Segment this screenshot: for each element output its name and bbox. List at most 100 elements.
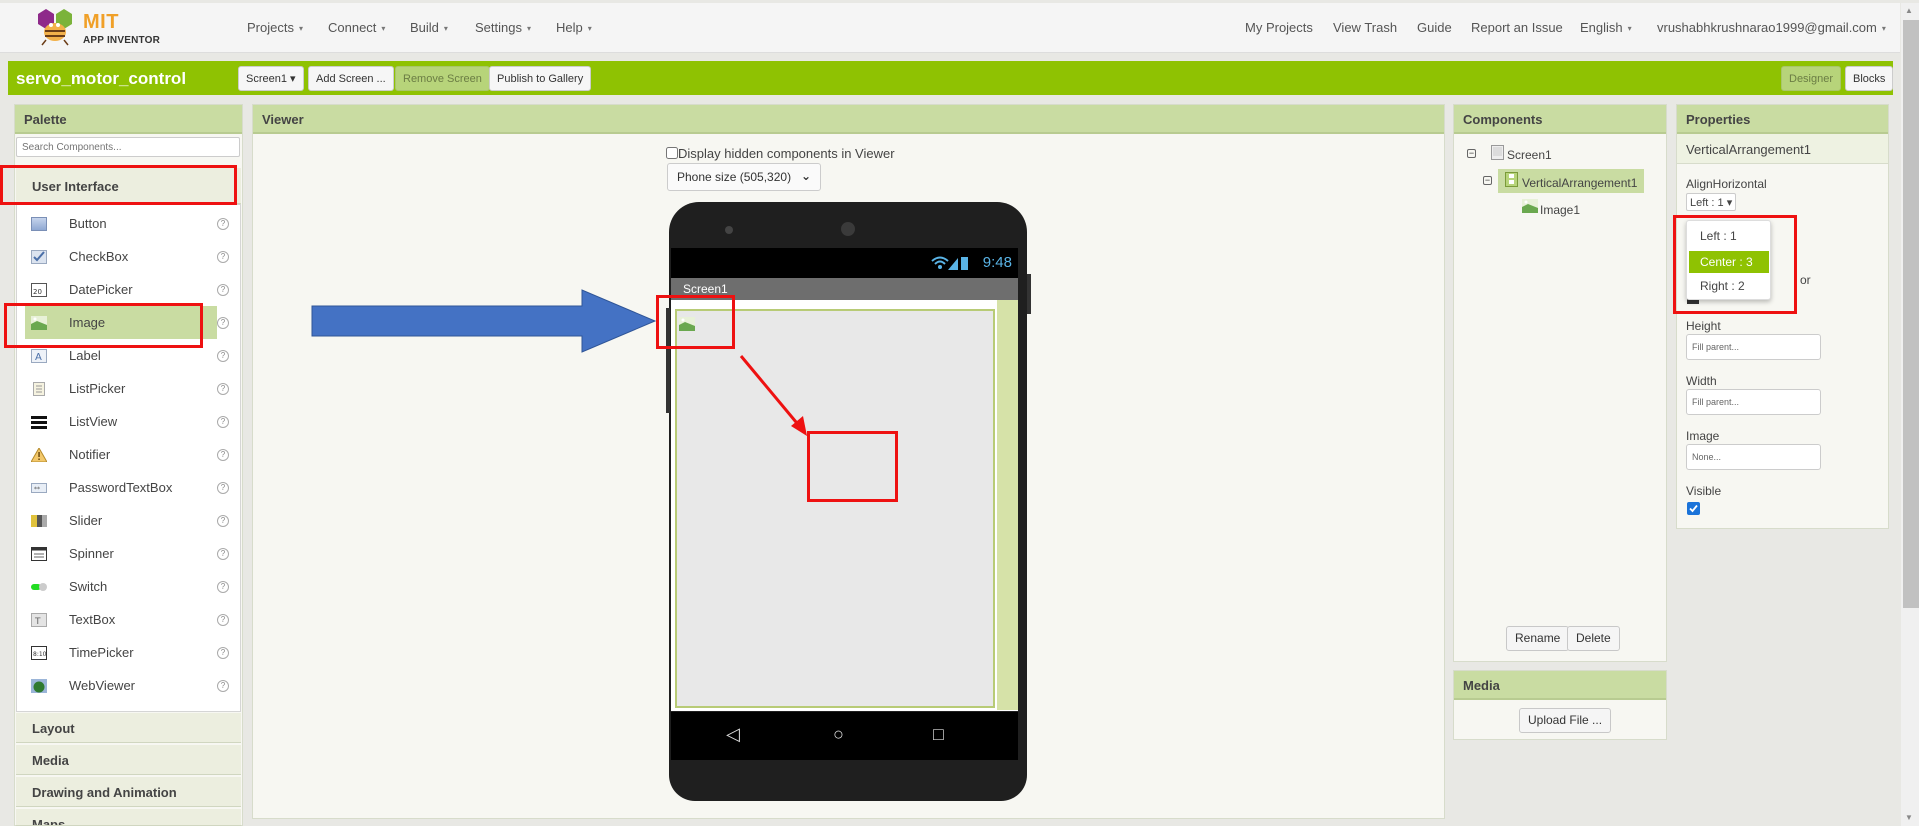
help-icon[interactable]: ? (217, 647, 229, 659)
category-maps[interactable]: Maps (16, 809, 241, 826)
display-hidden-components-checkbox[interactable] (666, 147, 678, 159)
phone-size-select[interactable]: Phone size (505,320) ⌄ (667, 163, 821, 191)
menu-build-label: Build (410, 20, 439, 35)
link-report-issue[interactable]: Report an Issue (1471, 20, 1563, 35)
palette-item-timepicker[interactable]: 8:10 TimePicker ? (25, 636, 229, 669)
caret-down-icon: ▾ (1881, 24, 1886, 34)
align-horizontal-select[interactable]: Left : 1 ▾ (1686, 193, 1737, 211)
chevron-down-icon: ⌄ (800, 169, 811, 183)
add-screen-button[interactable]: Add Screen ... (308, 66, 394, 91)
help-icon[interactable]: ? (217, 449, 229, 461)
menu-connect[interactable]: Connect ▾ (328, 20, 385, 35)
collapse-icon[interactable]: − (1483, 176, 1492, 185)
menu-language[interactable]: English ▾ (1580, 20, 1632, 35)
palette-item-label: TextBox (69, 612, 116, 627)
recents-nav-icon[interactable]: □ (933, 724, 944, 745)
help-icon[interactable]: ? (217, 614, 229, 626)
visible-label: Visible (1686, 484, 1722, 498)
category-media[interactable]: Media (16, 745, 241, 775)
caret-down-icon: ▾ (381, 24, 386, 34)
caret-down-icon: ▾ (587, 24, 592, 34)
mit-app-inventor-logo[interactable]: MIT APP INVENTOR (36, 8, 176, 48)
palette-item-spinner[interactable]: Spinner ? (25, 537, 229, 570)
menu-help[interactable]: Help ▾ (556, 20, 592, 35)
status-icons (931, 256, 968, 270)
remove-screen-button[interactable]: Remove Screen (395, 66, 490, 91)
screen-icon (1491, 145, 1504, 160)
display-hidden-components-toggle[interactable]: Display hidden components in Viewer (666, 146, 895, 161)
help-icon[interactable]: ? (217, 416, 229, 428)
help-icon[interactable]: ? (217, 284, 229, 296)
home-nav-icon[interactable]: ○ (833, 724, 844, 745)
annotation-highlight-box (4, 303, 203, 348)
palette-item-textbox[interactable]: T TextBox ? (25, 603, 229, 636)
designer-button[interactable]: Designer (1781, 66, 1842, 91)
palette-item-passwordtextbox[interactable]: ** PasswordTextBox ? (25, 471, 229, 504)
category-drawing-animation[interactable]: Drawing and Animation (16, 777, 241, 807)
phone-nav-bar: ◁ ○ □ (671, 712, 1018, 760)
link-my-projects[interactable]: My Projects (1245, 20, 1313, 35)
link-view-trash[interactable]: View Trash (1333, 20, 1397, 35)
palette-item-datepicker[interactable]: 20 DatePicker ? (25, 273, 229, 306)
category-layout[interactable]: Layout (16, 713, 241, 743)
help-icon[interactable]: ? (217, 350, 229, 362)
visible-checkbox[interactable] (1687, 502, 1700, 515)
screen-select-button[interactable]: Screen1 ▾ (238, 66, 304, 91)
tree-item-vertical-arrangement1[interactable]: VerticalArrangement1 (1522, 176, 1637, 190)
link-guide[interactable]: Guide (1417, 20, 1452, 35)
menu-build[interactable]: Build ▾ (410, 20, 448, 35)
palette-item-notifier[interactable]: Notifier ? (25, 438, 229, 471)
palette-item-listpicker[interactable]: ListPicker ? (25, 372, 229, 405)
page-scrollbar[interactable]: ▲ ▼ (1901, 3, 1919, 826)
width-label: Width (1686, 374, 1717, 388)
tree-item-screen1[interactable]: Screen1 (1507, 148, 1552, 162)
palette-item-slider[interactable]: Slider ? (25, 504, 229, 537)
slider-icon (31, 515, 47, 527)
delete-button[interactable]: Delete (1567, 626, 1620, 651)
publish-to-gallery-button[interactable]: Publish to Gallery (489, 66, 592, 91)
tree-item-image1[interactable]: Image1 (1540, 203, 1580, 217)
width-input[interactable]: Fill parent... (1686, 389, 1821, 415)
help-icon[interactable]: ? (217, 218, 229, 230)
palette-item-webviewer[interactable]: WebViewer ? (25, 669, 229, 702)
help-icon[interactable]: ? (217, 581, 229, 593)
scrollbar-thumb[interactable] (1903, 20, 1919, 608)
blocks-button[interactable]: Blocks (1845, 66, 1894, 91)
upload-file-button[interactable]: Upload File ... (1519, 708, 1612, 733)
scroll-down-icon[interactable]: ▼ (1905, 813, 1913, 822)
help-icon[interactable]: ? (217, 317, 229, 329)
button-icon (31, 217, 47, 231)
caret-down-icon: ▾ (443, 24, 448, 34)
image-property-input[interactable]: None... (1686, 444, 1821, 470)
webviewer-icon (31, 679, 47, 693)
logo-app-inventor-text: APP INVENTOR (83, 35, 161, 46)
caret-down-icon: ▾ (1627, 24, 1632, 34)
components-title: Components (1454, 105, 1666, 134)
height-input[interactable]: Fill parent... (1686, 334, 1821, 360)
palette-item-label: Label (69, 348, 101, 363)
help-icon[interactable]: ? (217, 482, 229, 494)
help-icon[interactable]: ? (217, 251, 229, 263)
scroll-up-icon[interactable]: ▲ (1905, 6, 1913, 15)
palette-item-listview[interactable]: ListView ? (25, 405, 229, 438)
collapse-icon[interactable]: − (1467, 149, 1476, 158)
menu-account[interactable]: vrushabhkrushnarao1999@gmail.com ▾ (1657, 20, 1886, 35)
palette-item-switch[interactable]: Switch ? (25, 570, 229, 603)
help-icon[interactable]: ? (217, 515, 229, 527)
palette-item-checkbox[interactable]: CheckBox ? (25, 240, 229, 273)
search-components-input[interactable] (16, 137, 240, 157)
menu-settings[interactable]: Settings ▾ (475, 20, 531, 35)
label-icon: A (31, 349, 47, 363)
vertical-arrangement-preview[interactable] (675, 309, 995, 708)
media-title: Media (1454, 671, 1666, 700)
svg-text:A: A (35, 352, 42, 363)
phone-size-value: Phone size (505,320) (677, 170, 792, 184)
help-icon[interactable]: ? (217, 548, 229, 560)
help-icon[interactable]: ? (217, 680, 229, 692)
datepicker-icon: 20 (31, 283, 47, 297)
back-nav-icon[interactable]: ◁ (726, 724, 740, 745)
palette-item-button[interactable]: Button ? (25, 207, 229, 240)
help-icon[interactable]: ? (217, 383, 229, 395)
rename-button[interactable]: Rename (1506, 626, 1570, 651)
menu-projects[interactable]: Projects ▾ (247, 20, 303, 35)
